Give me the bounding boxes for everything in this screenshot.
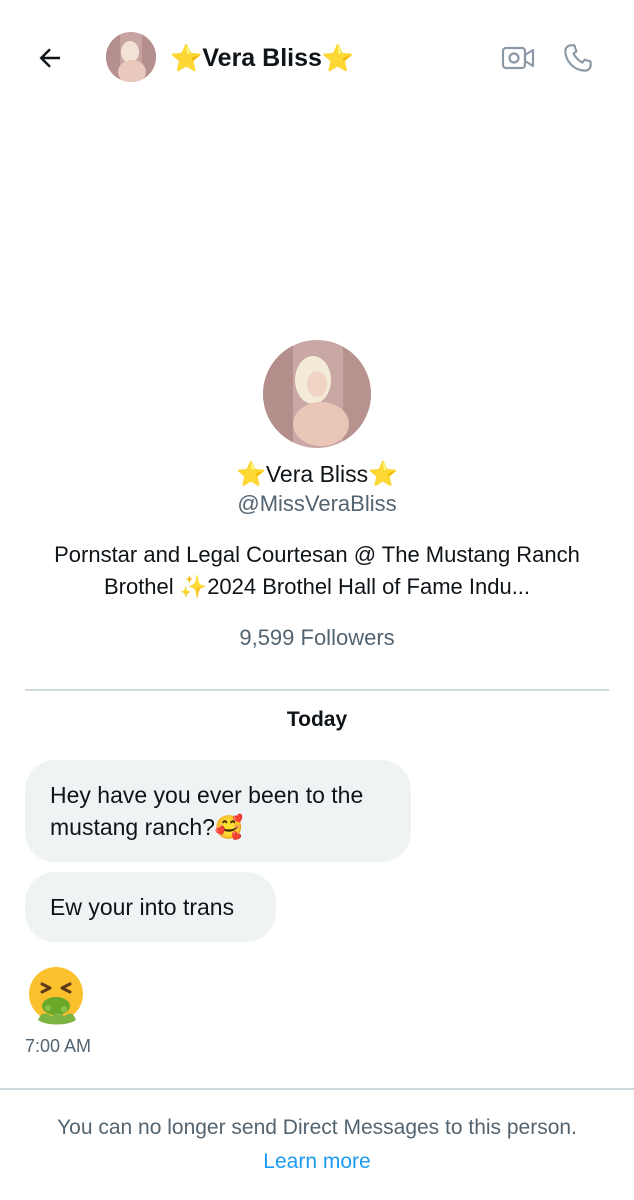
date-separator: Today	[286, 708, 348, 731]
star-icon: ⭐	[235, 461, 266, 488]
conversation-header: ⭐ Vera Bliss ⭐	[0, 0, 634, 112]
learn-more-link[interactable]: Learn more	[0, 1150, 634, 1174]
arrow-left-icon	[39, 48, 60, 68]
profile-name: ⭐ Vera Bliss ⭐	[0, 460, 634, 489]
profile-name-text: Vera Bliss	[265, 461, 369, 487]
phone-icon	[564, 44, 592, 72]
vomiting-face-icon[interactable]	[24, 964, 88, 1028]
profile-summary: ⭐ Vera Bliss ⭐ @MissVeraBliss Pornstar a…	[0, 340, 634, 651]
header-name-text: Vera Bliss	[202, 43, 322, 72]
video-camera-icon	[501, 46, 535, 70]
followers-count[interactable]: 9,599 Followers	[0, 625, 634, 651]
star-icon: ⭐	[170, 42, 203, 73]
message-timestamp: 7:00 AM	[25, 1036, 92, 1056]
divider	[25, 689, 609, 691]
profile-avatar[interactable]	[263, 340, 371, 448]
header-title[interactable]: ⭐ Vera Bliss ⭐	[170, 38, 354, 78]
video-call-button[interactable]	[498, 38, 538, 78]
dm-restriction-notice: You can no longer send Direct Messages t…	[57, 1116, 577, 1139]
avatar[interactable]	[106, 32, 156, 82]
profile-handle: @MissVeraBliss	[237, 491, 397, 516]
star-icon: ⭐	[321, 42, 355, 73]
audio-call-button[interactable]	[558, 38, 598, 78]
star-icon: ⭐	[368, 461, 399, 488]
message-bubble[interactable]: Hey have you ever been to the mustang ra…	[25, 760, 411, 862]
sparkles-icon: ✨	[179, 574, 208, 599]
profile-bio: Pornstar and Legal Courtesan @ The Musta…	[37, 539, 597, 603]
message-bubble[interactable]: Ew your into trans	[25, 872, 276, 942]
back-button[interactable]	[30, 38, 70, 78]
bio-text: 2024 Brothel Hall of Fame Indu...	[207, 574, 531, 599]
divider	[0, 1088, 634, 1090]
